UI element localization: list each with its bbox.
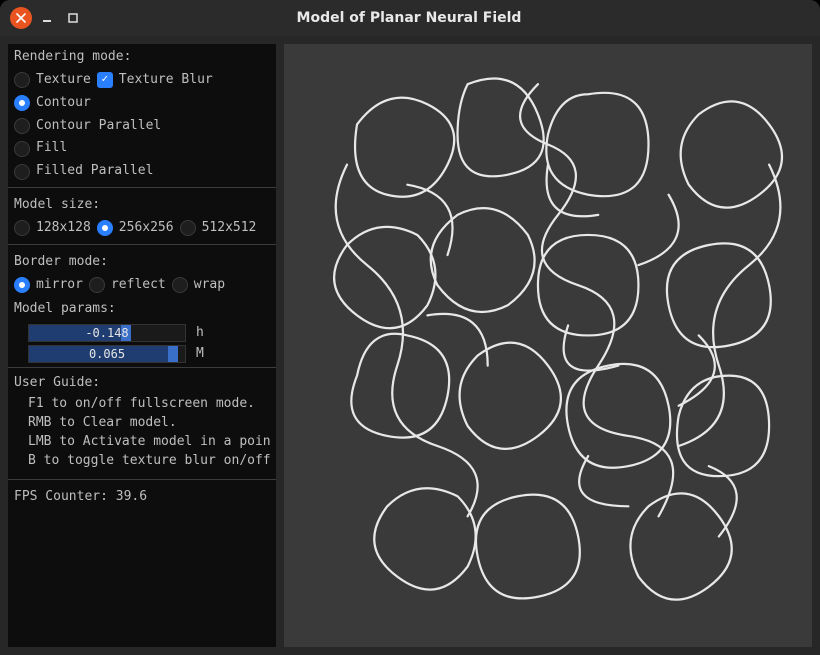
- radio-label: reflect: [111, 276, 166, 295]
- radio-label: Contour Parallel: [36, 117, 161, 136]
- radio-label: 512x512: [202, 219, 257, 238]
- window-controls: [10, 7, 84, 29]
- checkbox-label: Texture Blur: [119, 71, 213, 90]
- texture-blur-checkbox[interactable]: Texture Blur: [97, 69, 213, 92]
- border-mode-label: Border mode:: [8, 249, 276, 274]
- radio-label: wrap: [194, 276, 225, 295]
- separator: [8, 244, 276, 245]
- guide-item-0: F1 to on/off fullscreen mode.: [28, 395, 270, 414]
- slider-label: M: [196, 345, 204, 364]
- fps-counter: FPS Counter: 39.6: [8, 484, 276, 511]
- radio-icon: [14, 95, 30, 111]
- close-icon: [16, 13, 26, 23]
- radio-icon: [180, 220, 196, 236]
- model-size-option-2[interactable]: 512x512: [180, 217, 257, 240]
- close-button[interactable]: [10, 7, 32, 29]
- radio-label: Texture: [36, 71, 91, 90]
- param-slider-M[interactable]: 0.065 M: [28, 345, 270, 363]
- rendering-mode-label: Rendering mode:: [8, 44, 276, 69]
- guide-item-3: B to toggle texture blur on/off: [28, 452, 270, 471]
- minimize-button[interactable]: [36, 7, 58, 29]
- rendering-option-3[interactable]: Filled Parallel: [14, 160, 153, 183]
- neural-field-render: [284, 44, 812, 647]
- client-area: Rendering mode: Texture Texture Blur Con…: [0, 36, 820, 655]
- radio-icon: [14, 141, 30, 157]
- rendering-option-1[interactable]: Contour Parallel: [14, 115, 161, 138]
- radio-label: 256x256: [119, 219, 174, 238]
- rendering-option-2[interactable]: Fill: [14, 137, 67, 160]
- rendering-texture-radio[interactable]: Texture: [14, 69, 91, 92]
- radio-label: mirror: [36, 276, 83, 295]
- radio-icon: [172, 277, 188, 293]
- fps-label: FPS Counter:: [14, 489, 116, 504]
- model-size-option-1[interactable]: 256x256: [97, 217, 174, 240]
- guide-item-2: LMB to Activate model in a poin: [28, 433, 270, 452]
- slider-value: -0.148: [29, 325, 185, 341]
- title-bar: Model of Planar Neural Field: [0, 0, 820, 36]
- user-guide: User Guide: F1 to on/off fullscreen mode…: [8, 372, 276, 474]
- separator: [8, 367, 276, 368]
- model-params-label: Model params:: [8, 296, 276, 321]
- radio-icon: [14, 72, 30, 88]
- border-mode-option-2[interactable]: wrap: [172, 274, 225, 297]
- separator: [8, 479, 276, 480]
- minimize-icon: [41, 12, 53, 24]
- radio-label: Fill: [36, 139, 67, 158]
- radio-label: Contour: [36, 94, 91, 113]
- slider-value: 0.065: [29, 346, 185, 362]
- checkbox-icon: [97, 72, 113, 88]
- radio-icon: [89, 277, 105, 293]
- radio-icon: [14, 220, 30, 236]
- radio-label: 128x128: [36, 219, 91, 238]
- slider-track[interactable]: -0.148: [28, 324, 186, 342]
- render-viewport[interactable]: [284, 44, 812, 647]
- user-guide-list: F1 to on/off fullscreen mode.RMB to Clea…: [28, 395, 270, 470]
- separator: [8, 187, 276, 188]
- model-size-label: Model size:: [8, 192, 276, 217]
- radio-icon: [14, 118, 30, 134]
- settings-panel: Rendering mode: Texture Texture Blur Con…: [8, 44, 276, 647]
- maximize-icon: [67, 12, 79, 24]
- slider-label: h: [196, 324, 204, 343]
- rendering-option-0[interactable]: Contour: [14, 92, 91, 115]
- border-mode-option-1[interactable]: reflect: [89, 274, 166, 297]
- param-slider-h[interactable]: -0.148 h: [28, 324, 270, 342]
- user-guide-label: User Guide:: [14, 374, 270, 393]
- guide-item-1: RMB to Clear model.: [28, 414, 270, 433]
- radio-icon: [97, 220, 113, 236]
- slider-track[interactable]: 0.065: [28, 345, 186, 363]
- fps-value: 39.6: [116, 489, 147, 504]
- radio-icon: [14, 277, 30, 293]
- radio-icon: [14, 164, 30, 180]
- radio-label: Filled Parallel: [36, 162, 153, 181]
- border-mode-option-0[interactable]: mirror: [14, 274, 83, 297]
- maximize-button[interactable]: [62, 7, 84, 29]
- model-size-option-0[interactable]: 128x128: [14, 217, 91, 240]
- window-title: Model of Planar Neural Field: [84, 10, 734, 26]
